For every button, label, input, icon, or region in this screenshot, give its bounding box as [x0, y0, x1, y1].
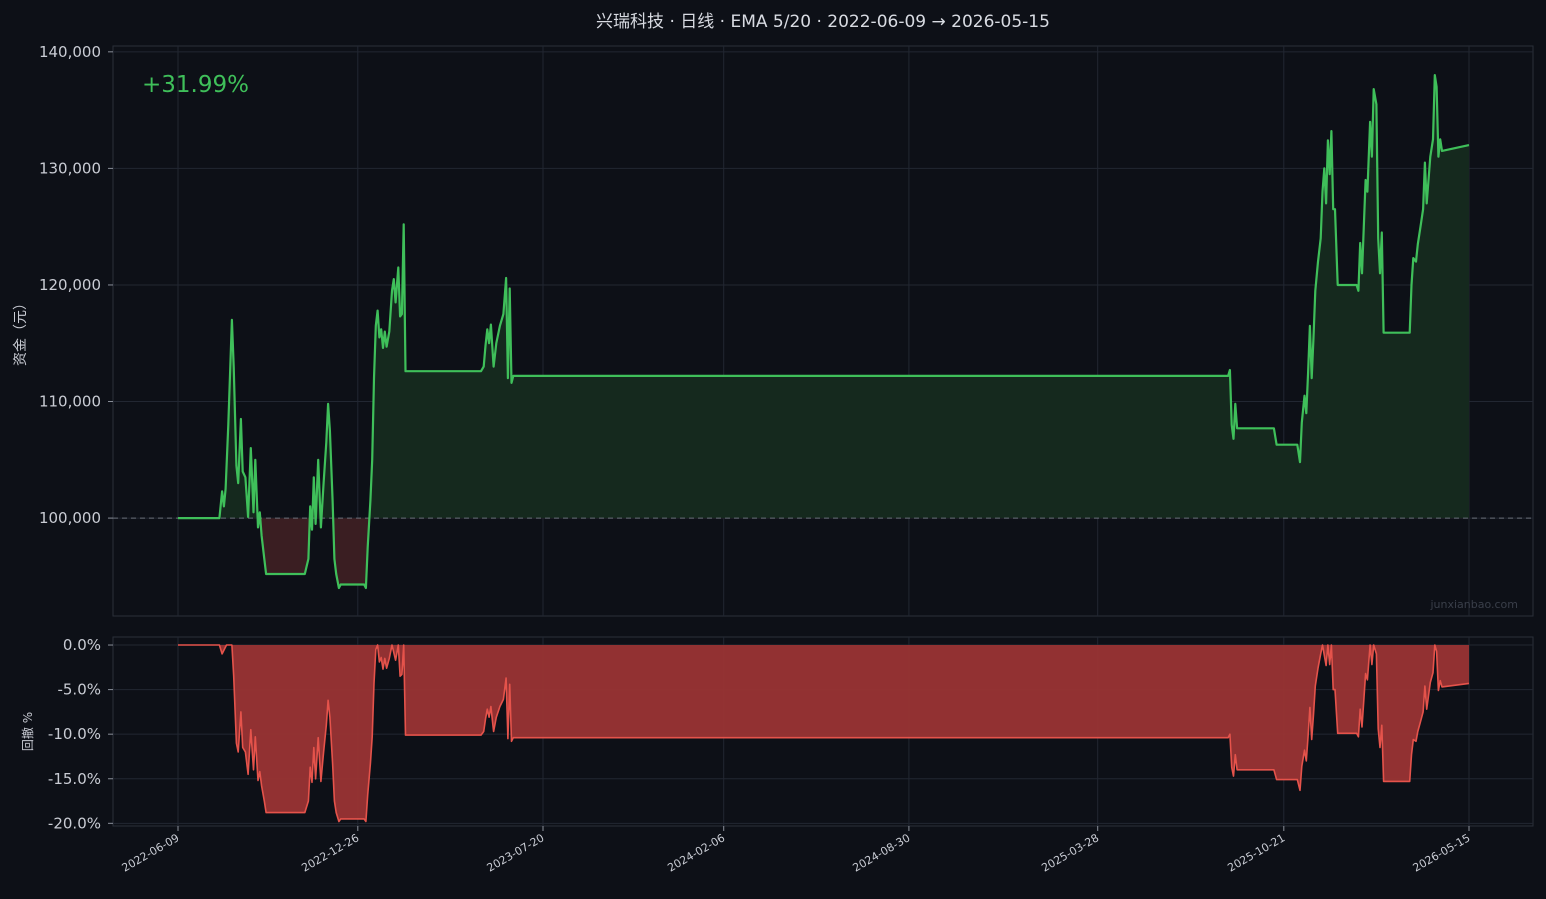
y-axis-label: 资金（元） — [13, 296, 29, 366]
y-axis-label: 回撤 % — [20, 712, 35, 751]
x-tick-label: 2022-06-09 — [120, 831, 182, 874]
chart-canvas: 兴瑞科技 · 日线 · EMA 5/20 · 2022-06-09 → 2026… — [13, 12, 1534, 875]
x-tick-label: 2025-03-28 — [1039, 831, 1101, 874]
x-tick-label: 2022-12-26 — [299, 831, 361, 874]
chart-title: 兴瑞科技 · 日线 · EMA 5/20 · 2022-06-09 → 2026… — [596, 12, 1050, 32]
equity-panel: 100,000 110,000 120,000 130,000 140,000 资金（元） — [13, 43, 1534, 617]
drawdown-panel: 0.0% -5.0% -10.0% -15.0% -20.0% 回撤 % — [20, 636, 1534, 832]
x-tick-label: 2023-07-20 — [485, 831, 547, 874]
watermark: junxianbao.com — [1429, 598, 1518, 611]
x-tick-label: 2024-02-06 — [665, 831, 727, 874]
y-tick-label: 140,000 — [39, 43, 101, 61]
x-axis: 2022-06-09 2022-12-26 2023-07-20 2024-02-06… — [120, 826, 1473, 875]
x-tick-label: 2026-05-15 — [1411, 831, 1473, 874]
y-tick-label: -20.0% — [48, 814, 101, 832]
y-tick-label: -5.0% — [57, 681, 101, 699]
backtest-chart: 兴瑞科技 · 日线 · EMA 5/20 · 2022-06-09 → 2026… — [0, 0, 1546, 895]
y-tick-label: 0.0% — [63, 636, 101, 654]
return-label: +31.99% — [142, 72, 249, 98]
y-tick-label: -10.0% — [48, 725, 101, 743]
x-tick-label: 2024-08-30 — [851, 831, 913, 874]
y-tick-label: 120,000 — [39, 276, 101, 294]
y-tick-label: -15.0% — [48, 770, 101, 788]
y-tick-label: 130,000 — [39, 159, 101, 177]
x-tick-label: 2025-10-21 — [1225, 831, 1287, 874]
y-tick-label: 100,000 — [39, 509, 101, 527]
y-tick-label: 110,000 — [39, 393, 101, 411]
